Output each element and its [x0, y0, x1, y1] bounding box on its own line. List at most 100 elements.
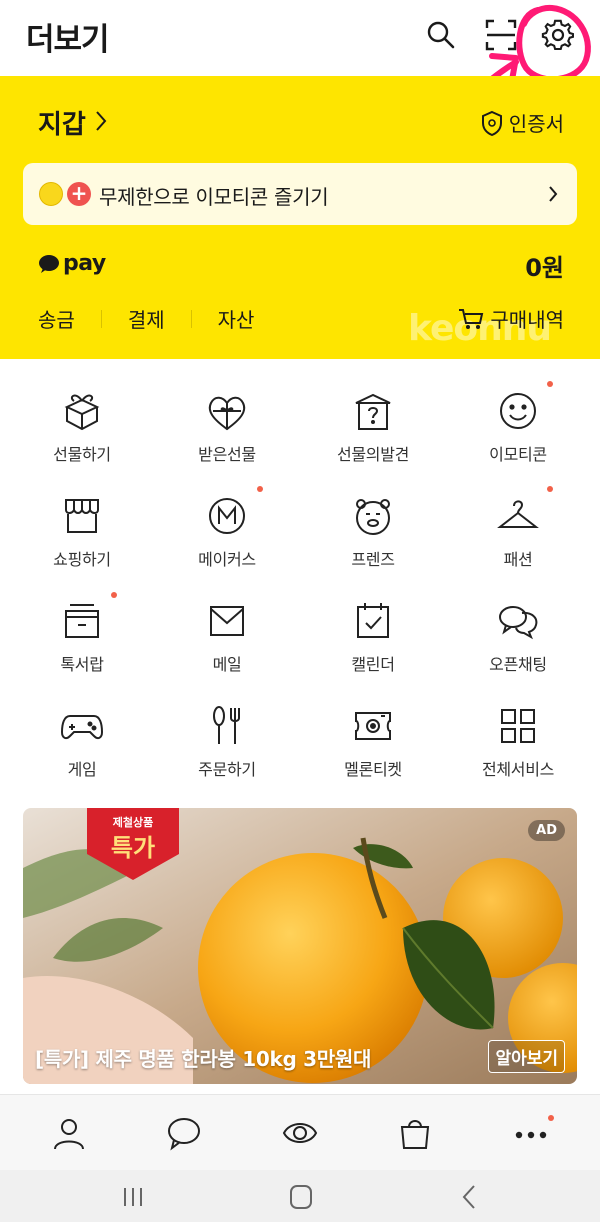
recent-apps-icon[interactable] — [118, 1182, 148, 1212]
calendar-icon — [357, 603, 389, 638]
ticket-icon — [355, 712, 391, 740]
shopping-bag-icon — [400, 1120, 430, 1149]
service-friends[interactable]: 프렌즈 — [298, 480, 448, 570]
pay-link-payment[interactable]: 결제 — [128, 304, 165, 333]
mystery-gift-icon — [355, 393, 391, 430]
search-icon[interactable] — [424, 18, 458, 52]
cart-icon — [459, 308, 484, 329]
service-order[interactable]: 주문하기 — [152, 690, 302, 780]
chat-bubble-icon — [168, 1118, 200, 1151]
speech-bubble-icon — [39, 254, 59, 273]
service-label: 선물하기 — [53, 445, 111, 464]
learn-more-button[interactable]: 알아보기 — [488, 1040, 565, 1073]
notification-dot — [257, 486, 263, 492]
makers-m-icon — [209, 498, 245, 534]
eye-view-icon — [282, 1123, 318, 1143]
purchase-label: 구매내역 — [490, 308, 564, 332]
service-game[interactable]: 게임 — [7, 690, 157, 780]
emoticon-face-icon — [39, 182, 63, 206]
service-label: 패션 — [503, 550, 533, 569]
service-label: 톡서랍 — [60, 655, 104, 674]
tab-shopping[interactable] — [397, 1115, 433, 1151]
smile-icon — [500, 393, 536, 429]
ad-text: [특가] 제주 명품 한라봉 10kg 3만원대 — [35, 1047, 372, 1071]
service-label: 캘린더 — [351, 655, 395, 674]
service-gift[interactable]: 선물하기 — [7, 375, 157, 465]
more-dots-icon — [515, 1131, 547, 1139]
service-open-chat[interactable]: 오픈채팅 — [443, 585, 593, 675]
ad-banner[interactable]: 제철상품 특가 AD [특가] 제주 명품 한라봉 10kg 3만원대 알아보기 — [23, 808, 577, 1084]
page-title: 더보기 — [26, 22, 110, 58]
service-mail[interactable]: 메일 — [152, 585, 302, 675]
service-label: 메이커스 — [198, 550, 256, 569]
friends-bear-icon — [356, 499, 390, 535]
pay-link-send[interactable]: 송금 — [38, 304, 75, 333]
fork-spoon-icon — [213, 706, 240, 744]
gamepad-icon — [60, 715, 104, 740]
pay-balance[interactable]: 0원 — [525, 248, 564, 283]
notification-dot — [547, 486, 553, 492]
service-calendar[interactable]: 캘린더 — [298, 585, 448, 675]
chevron-right-icon — [549, 186, 558, 202]
service-melon-ticket[interactable]: 멜론티켓 — [298, 690, 448, 780]
service-gift-discovery[interactable]: 선물의발견 — [298, 375, 448, 465]
open-chat-icon — [499, 606, 538, 640]
notification-dot — [547, 381, 553, 387]
purchase-history-link[interactable]: 구매내역 — [458, 304, 564, 333]
service-all-services[interactable]: 전체서비스 — [443, 690, 593, 780]
tab-view[interactable] — [282, 1115, 318, 1151]
service-label: 쇼핑하기 — [53, 550, 111, 569]
service-makers[interactable]: 메이커스 — [152, 480, 302, 570]
drawer-icon — [65, 604, 99, 638]
service-received-gift[interactable]: 받은선물 — [152, 375, 302, 465]
service-label: 주문하기 — [198, 760, 256, 779]
tab-more[interactable] — [513, 1115, 549, 1151]
pay-links: 송금 결제 자산 — [38, 304, 254, 333]
wallet-section: 지갑 인증서 + 무제한으로 이모티콘 즐기기 pay 0원 송금 결제 자산 … — [0, 76, 600, 359]
scan-qr-icon[interactable] — [484, 18, 518, 52]
divider — [100, 309, 102, 328]
divider — [190, 309, 192, 328]
service-label: 메일 — [212, 655, 242, 674]
back-icon[interactable] — [455, 1182, 485, 1212]
gift-box-icon — [64, 394, 100, 431]
all-services-icon — [501, 709, 535, 743]
service-label: 게임 — [67, 760, 97, 779]
ad-badge: AD — [528, 820, 565, 841]
service-label: 받은선물 — [198, 445, 256, 464]
store-icon — [65, 499, 99, 533]
bottom-tab-bar — [0, 1094, 600, 1170]
service-shopping[interactable]: 쇼핑하기 — [7, 480, 157, 570]
mail-icon — [210, 606, 244, 636]
pay-label: pay — [63, 251, 106, 276]
service-emoticon[interactable]: 이모티콘 — [443, 375, 593, 465]
certificate-label: 인증서 — [508, 112, 564, 136]
tab-chats[interactable] — [166, 1115, 202, 1151]
wallet-title[interactable]: 지갑 — [38, 104, 86, 141]
kakao-pay-logo[interactable]: pay — [38, 251, 106, 276]
service-talk-drawer[interactable]: 톡서랍 — [7, 585, 157, 675]
service-label: 이모티콘 — [489, 445, 547, 464]
settings-gear-icon[interactable] — [541, 18, 575, 52]
service-label: 오픈채팅 — [489, 655, 547, 674]
service-fashion[interactable]: 패션 — [443, 480, 593, 570]
certificate-link[interactable]: 인증서 — [481, 108, 564, 137]
hanger-icon — [497, 500, 539, 528]
tab-friends[interactable] — [51, 1115, 87, 1151]
person-icon — [54, 1119, 84, 1150]
system-nav-bar — [0, 1170, 600, 1222]
notification-dot — [111, 592, 117, 598]
service-label: 프렌즈 — [351, 550, 395, 569]
heart-gift-icon — [208, 396, 246, 431]
shield-icon — [481, 110, 502, 136]
service-label: 전체서비스 — [481, 760, 555, 779]
pay-link-assets[interactable]: 자산 — [218, 304, 255, 333]
home-icon[interactable] — [286, 1182, 316, 1212]
emoticon-promo-banner[interactable]: + 무제한으로 이모티콘 즐기기 — [23, 163, 577, 225]
chevron-right-icon[interactable] — [94, 109, 108, 133]
service-label: 멜론티켓 — [344, 760, 402, 779]
plus-icon: + — [67, 182, 91, 206]
ribbon-title: 특가 — [110, 834, 156, 862]
promo-text: 무제한으로 이모티콘 즐기기 — [99, 185, 329, 209]
service-label: 선물의발견 — [336, 445, 410, 464]
